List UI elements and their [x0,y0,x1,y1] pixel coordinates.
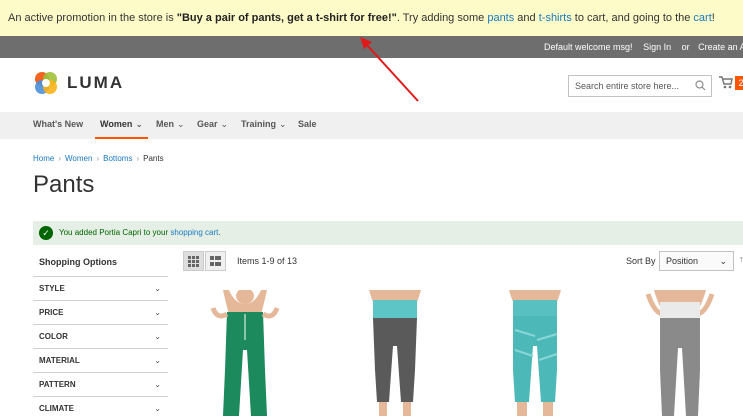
promo-highlight: "Buy a pair of pants, get a t-shirt for … [176,12,397,24]
success-message: ✓ You added Portia Capri to your shoppin… [33,221,743,245]
nav-label: Gear [197,119,218,129]
filter-price[interactable]: PRICE ⌄ [33,301,168,325]
filter-pattern[interactable]: PATTERN ⌄ [33,373,168,397]
chevron-down-icon: ⌄ [154,380,161,389]
logo-text: LUMA [67,73,125,92]
filter-climate[interactable]: CLIMATE ⌄ [33,397,168,420]
filter-label: COLOR [39,332,68,341]
shopping-options-heading: Shopping Options [33,251,168,277]
promo-prefix: An active promotion in the store is [8,12,177,24]
nav-item-men[interactable]: Men ⌄ [156,112,185,139]
chevron-down-icon: ⌄ [154,404,161,413]
chevron-down-icon: ⌄ [154,332,161,341]
search-placeholder: Search entire store here... [575,81,680,91]
nav-label: Men [156,119,174,129]
logo[interactable]: LUMA [33,70,124,96]
message-prefix: You added Portia Capri to your [59,228,171,237]
chevron-down-icon: ⌄ [279,119,287,129]
nav-label: What's New [33,119,84,129]
breadcrumb-bottoms[interactable]: Bottoms [103,154,132,163]
cart-icon[interactable] [719,76,733,89]
nav-label: Training [241,119,277,129]
list-view-button[interactable] [205,251,226,271]
items-amount: Items 1-9 of 13 [237,256,298,266]
sort-by-select[interactable]: Position ⌄ [659,251,734,271]
breadcrumb-home[interactable]: Home [33,154,54,163]
nav-item-women[interactable]: Women ⌄ [95,112,148,139]
product-image[interactable] [640,290,720,420]
breadcrumb: Home › Women › Bottoms › Pants [33,154,164,163]
promo-banner: An active promotion in the store is "Buy… [0,0,743,36]
nav-item-whats-new[interactable]: What's New [33,112,83,139]
sign-in-link[interactable]: Sign In [643,42,671,52]
chevron-down-icon: ⌄ [154,308,161,317]
chevron-down-icon: ⌄ [135,119,143,129]
promo-and: and [514,12,539,24]
or-text: or [681,42,690,52]
chevron-right-icon: › [96,154,100,163]
chevron-down-icon: ⌄ [154,284,161,293]
message-suffix: . [218,228,221,237]
top-bar: Default welcome msg! Sign In or Create a… [0,36,743,58]
promo-middle: . Try adding some [396,12,488,24]
promo-link-cart[interactable]: cart [693,12,711,24]
breadcrumb-current: Pants [143,154,164,163]
filter-label: STYLE [39,284,65,293]
chevron-down-icon: ⌄ [220,119,229,129]
sort-by-label: Sort By [626,256,656,266]
sort-value: Position [666,256,699,266]
nav-label: Sale [298,119,317,129]
promo-suffix: to cart, and going to the [571,12,694,24]
filter-color[interactable]: COLOR ⌄ [33,325,168,349]
luma-logo-icon [35,72,57,94]
nav-label: Women [100,119,133,129]
filter-label: PATTERN [39,380,76,389]
filter-material[interactable]: MATERIAL ⌄ [33,349,168,373]
grid-icon [188,255,199,267]
promo-link-tshirts[interactable]: t-shirts [539,12,572,24]
shopping-options-sidebar: Shopping Options STYLE ⌄ PRICE ⌄ COLOR ⌄ MA… [33,251,168,420]
product-image[interactable] [495,290,575,420]
welcome-message: Default welcome msg! [544,42,633,52]
nav-item-gear[interactable]: Gear ⌄ [197,112,228,139]
filter-label: MATERIAL [39,356,80,365]
product-image[interactable] [205,290,285,420]
chevron-right-icon: › [136,154,140,163]
list-icon [210,255,221,266]
chevron-down-icon: ⌄ [154,356,161,365]
nav-item-sale[interactable]: Sale [298,112,317,139]
filter-label: CLIMATE [39,404,74,413]
grid-view-button[interactable] [183,251,204,271]
main-navigation: What's New Women ⌄ Men ⌄ Gear ⌄ Training ⌄ S… [0,112,743,139]
chevron-down-icon: ⌄ [719,256,727,266]
filter-style[interactable]: STYLE ⌄ [33,277,168,301]
search-icon[interactable] [695,80,706,91]
create-account-link[interactable]: Create an Account [698,42,743,52]
sort-direction-arrow-icon[interactable]: ↑ [739,254,743,264]
chevron-right-icon: › [58,154,62,163]
breadcrumb-women[interactable]: Women [65,154,92,163]
chevron-down-icon: ⌄ [177,119,185,129]
shopping-cart-link[interactable]: shopping cart [170,228,218,237]
product-image[interactable] [355,290,435,420]
promo-link-pants[interactable]: pants [487,12,514,24]
filter-label: PRICE [39,308,64,317]
search-input[interactable]: Search entire store here... [568,75,712,97]
promo-end: ! [711,12,715,24]
cart-count-badge[interactable]: 2 [735,76,743,90]
products-toolbar: Items 1-9 of 13 Sort By Position ⌄ ↑ [183,251,743,273]
page-title: Pants [33,171,95,198]
checkmark-icon: ✓ [39,226,53,240]
site-header: LUMA Search entire store here... 2 [0,58,743,112]
nav-item-training[interactable]: Training ⌄ [241,112,287,139]
